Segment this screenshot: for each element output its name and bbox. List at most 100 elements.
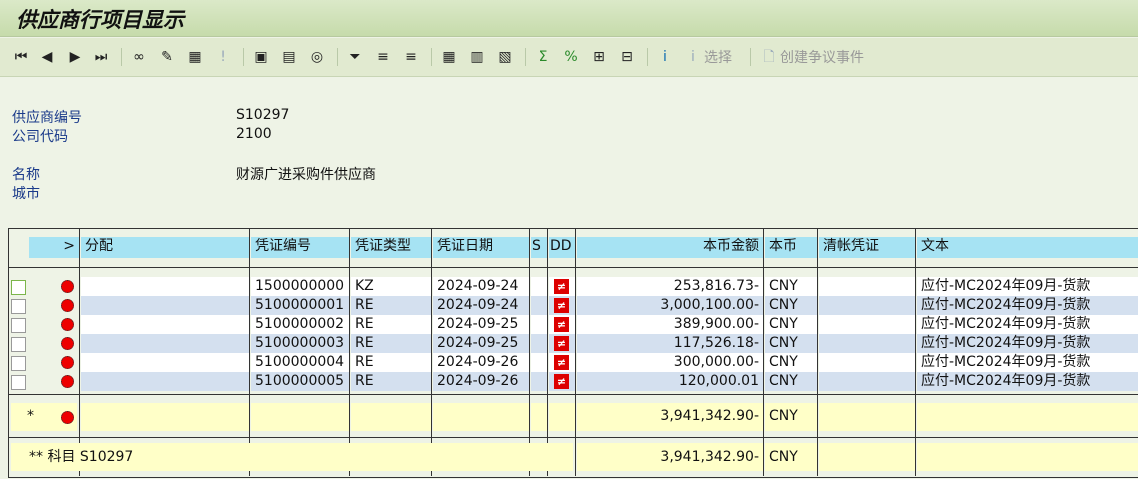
toolbar: ⏮ ◀ ▶ ⏭ ∞ ✎ ▦! ▣ ▤ ◎ ⏷ ≡ ≡ ▦ ▥ ▧ Σ% ⊞ ⊟ i i 选择 🗋 创建争议事件 (0, 38, 1138, 77)
pencil-button[interactable]: ✎ (158, 47, 176, 67)
vendor-value: S10297 (236, 107, 290, 123)
line-items-grid: > 分配 凭证编号 凭证类型 凭证日期 S DD 本币金额 本币 清帐凭证 文本 1500000000… (8, 228, 1138, 478)
doc-number-cell[interactable]: 5100000002 (251, 315, 349, 334)
previous-page-icon: ◀ (41, 49, 53, 65)
sum-button[interactable]: Σ (534, 47, 552, 67)
subtotal-icon: % (564, 49, 578, 65)
column-header-dd[interactable]: DD (549, 237, 575, 258)
text-cell: 应付-MC2024年09月-货款 (917, 296, 1138, 315)
doc-number-cell[interactable]: 5100000004 (251, 353, 349, 372)
doc-type-cell: KZ (351, 277, 431, 296)
column-header-expand[interactable]: > (29, 237, 79, 258)
total-cell (549, 403, 575, 431)
doc-number-cell[interactable]: 5100000003 (251, 334, 349, 353)
column-header-s[interactable]: S (531, 237, 547, 258)
toolbar-separator (121, 48, 122, 66)
filter-icon: ⏷ (349, 49, 361, 65)
column-header-clearing[interactable]: 清帐凭证 (819, 237, 915, 258)
collapse-button[interactable]: ⊟ (618, 47, 636, 67)
doc-date-cell: 2024-09-24 (433, 277, 529, 296)
amount-cell: 389,900.00- (577, 315, 763, 334)
column-header-currency[interactable]: 本币 (765, 237, 817, 258)
info-button[interactable]: i (656, 47, 674, 67)
company-value: 2100 (236, 126, 272, 142)
row-checkbox[interactable] (11, 318, 26, 333)
total-cell (351, 403, 431, 431)
selection-info-button[interactable]: i 选择 (684, 47, 732, 67)
change-layout-button[interactable]: ▥ (468, 47, 486, 67)
save-layout-button[interactable]: ▧ (496, 47, 514, 67)
document-overview-button[interactable]: ▣ (252, 47, 270, 67)
total-amount: 3,941,342.90- (660, 408, 759, 424)
subtotal-button[interactable]: % (562, 47, 580, 67)
save-layout-icon: ▧ (498, 49, 512, 65)
first-page-button[interactable]: ⏮ (12, 47, 30, 67)
pencil-icon: ✎ (161, 49, 173, 65)
display-document-button[interactable]: ◎ (308, 47, 326, 67)
total-cell (917, 403, 1138, 431)
page-title: 供应商行项目显示 (16, 7, 184, 32)
doc-number-cell[interactable]: 5100000001 (251, 296, 349, 315)
currency-cell: CNY (765, 296, 817, 315)
total-divider (9, 437, 1138, 438)
sort-descending-button[interactable]: ≡ (402, 47, 420, 67)
document-button[interactable]: 🗋 创建争议事件 (760, 47, 864, 67)
due-date-red-icon: ≠ (554, 317, 569, 332)
due-date-red-icon: ≠ (554, 279, 569, 294)
glasses-button[interactable]: ∞ (130, 47, 148, 67)
due-date-red-icon: ≠ (554, 336, 569, 351)
glasses-icon: ∞ (133, 49, 145, 65)
collapse-icon: ⊟ (621, 49, 633, 65)
toolbar-separator (525, 48, 526, 66)
last-page-button[interactable]: ⏭ (92, 47, 110, 67)
total-marker: * (27, 408, 34, 424)
row-checkbox[interactable] (11, 356, 26, 371)
column-header-amount[interactable]: 本币金额 (577, 237, 763, 258)
select-columns-button[interactable]: ▦ (186, 47, 204, 67)
doc-number-cell[interactable]: 1500000000 (251, 277, 349, 296)
column-header-doc-no[interactable]: 凭证编号 (251, 237, 349, 258)
total-cell (531, 403, 547, 431)
row-checkbox[interactable] (11, 299, 26, 314)
filter-button[interactable]: ⏷ (346, 47, 364, 67)
previous-page-button[interactable]: ◀ (38, 47, 56, 67)
doc-date-cell: 2024-09-25 (433, 334, 529, 353)
doc-date-cell: 2024-09-24 (433, 296, 529, 315)
doc-type-cell: RE (351, 372, 431, 391)
total-currency: CNY (769, 408, 798, 424)
toolbar-separator (647, 48, 648, 66)
currency-cell: CNY (765, 315, 817, 334)
column-header-text[interactable]: 文本 (917, 237, 1138, 258)
account-total-amount: 3,941,342.90- (660, 449, 759, 465)
master-record-button[interactable]: ▤ (280, 47, 298, 67)
column-header-assignment[interactable]: 分配 (81, 237, 249, 258)
select-columns-icon: ▦ (188, 49, 202, 65)
doc-date-cell: 2024-09-25 (433, 315, 529, 334)
account-total-clearing-cell (819, 443, 915, 471)
sort-ascending-button[interactable]: ≡ (374, 47, 392, 67)
row-checkbox[interactable] (11, 337, 26, 352)
column-header-doc-type[interactable]: 凭证类型 (351, 237, 431, 258)
status-red-icon (61, 337, 74, 350)
currency-cell: CNY (765, 334, 817, 353)
vendor-label: 供应商编号 (12, 110, 82, 126)
status-red-icon (61, 299, 74, 312)
doc-type-cell: RE (351, 353, 431, 372)
total-cell (433, 403, 529, 431)
status-red-icon (61, 318, 74, 331)
currency-cell: CNY (765, 372, 817, 391)
column-header-doc-date[interactable]: 凭证日期 (433, 237, 529, 258)
exception-button[interactable]: ! (214, 47, 232, 67)
header-divider (9, 267, 1138, 268)
row-checkbox[interactable] (11, 375, 26, 390)
text-cell: 应付-MC2024年09月-货款 (917, 277, 1138, 296)
row-checkbox[interactable] (11, 280, 26, 295)
selection-info-icon: i (691, 49, 695, 65)
layout-button[interactable]: ▦ (440, 47, 458, 67)
next-page-button[interactable]: ▶ (66, 47, 84, 67)
toolbar-separator (431, 48, 432, 66)
company-label: 公司代码 (12, 129, 68, 145)
expand-button[interactable]: ⊞ (590, 47, 608, 67)
doc-number-cell[interactable]: 5100000005 (251, 372, 349, 391)
account-total-text-cell (917, 443, 1138, 471)
